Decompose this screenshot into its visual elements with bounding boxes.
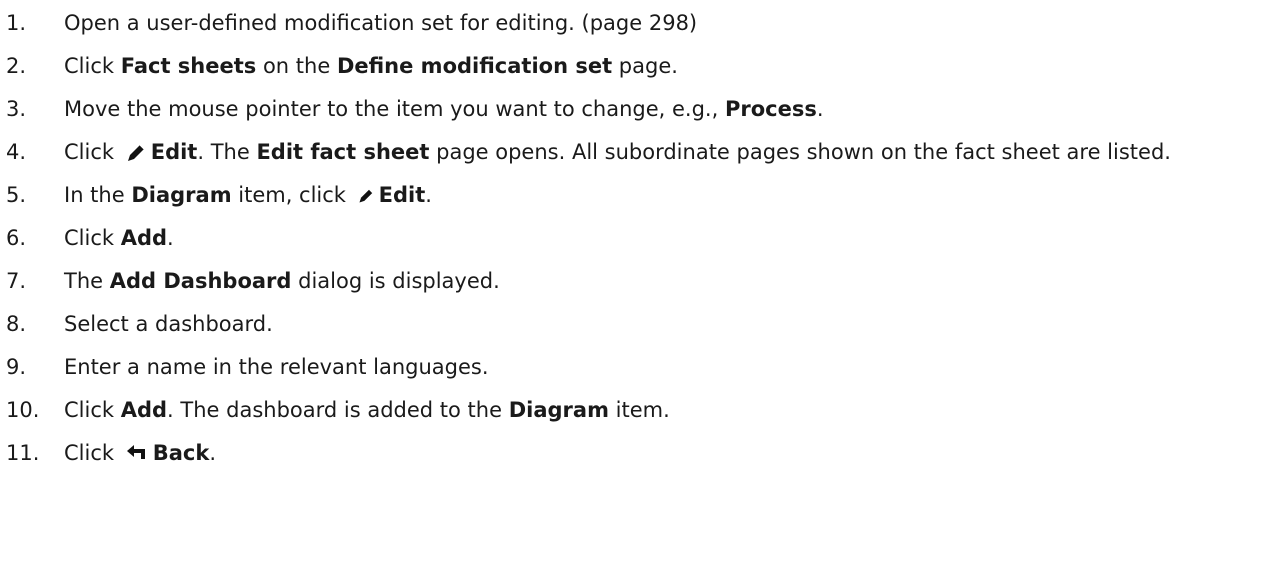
step-text: page.: [612, 54, 678, 78]
edit-label: Edit: [150, 140, 198, 164]
add-dashboard-label: Add Dashboard: [109, 269, 292, 293]
step-text: .: [167, 226, 174, 250]
step-number: 7.: [6, 269, 27, 293]
step-9: 9. Enter a name in the relevant language…: [0, 352, 1267, 383]
step-11: 11. Click Back.: [0, 438, 1267, 469]
edit-label: Edit: [378, 183, 426, 207]
step-6: 6. Click Add.: [0, 223, 1267, 254]
pencil-icon: [357, 187, 375, 205]
step-text: . The: [197, 140, 257, 164]
step-text: dialog is displayed.: [291, 269, 500, 293]
step-text: item, click: [231, 183, 353, 207]
step-text: Select a dashboard.: [64, 312, 273, 336]
step-number: 4.: [6, 140, 27, 164]
step-text: Open a user-defined modification set for…: [64, 11, 698, 35]
step-text: item.: [608, 398, 670, 422]
step-text: Click: [64, 441, 121, 465]
step-number: 5.: [6, 183, 27, 207]
add-label: Add: [120, 398, 168, 422]
step-3: 3. Move the mouse pointer to the item yo…: [0, 94, 1267, 125]
step-7: 7. The Add Dashboard dialog is displayed…: [0, 266, 1267, 297]
step-text: Click: [64, 140, 121, 164]
define-modification-set-label: Define modification set: [336, 54, 613, 78]
back-arrow-icon: [125, 444, 149, 464]
step-number: 3.: [6, 97, 27, 121]
step-number: 10.: [6, 398, 40, 422]
step-number: 6.: [6, 226, 27, 250]
step-number: 8.: [6, 312, 27, 336]
step-1: 1. Open a user-defined modification set …: [0, 8, 1267, 39]
pencil-icon: [125, 142, 147, 164]
step-text: Enter a name in the relevant languages.: [64, 355, 489, 379]
step-10: 10. Click Add. The dashboard is added to…: [0, 395, 1267, 426]
step-text: In the: [64, 183, 132, 207]
add-label: Add: [120, 226, 168, 250]
step-number: 9.: [6, 355, 27, 379]
step-text: The: [64, 269, 110, 293]
step-text: .: [425, 183, 432, 207]
diagram-label: Diagram: [131, 183, 232, 207]
step-text: Click: [64, 398, 121, 422]
step-text: Move the mouse pointer to the item you w…: [64, 97, 725, 121]
process-label: Process: [724, 97, 817, 121]
step-2: 2. Click Fact sheets on the Define modif…: [0, 51, 1267, 82]
instruction-steps: 1. Open a user-defined modification set …: [0, 0, 1267, 469]
step-text: . The dashboard is added to the: [167, 398, 509, 422]
back-label: Back: [152, 441, 210, 465]
diagram-label: Diagram: [508, 398, 609, 422]
edit-fact-sheet-label: Edit fact sheet: [256, 140, 430, 164]
step-5: 5. In the Diagram item, click Edit.: [0, 180, 1267, 211]
step-text: Click: [64, 54, 121, 78]
step-4: 4. Click Edit. The Edit fact sheet page …: [0, 137, 1267, 168]
step-text: Click: [64, 226, 121, 250]
step-text: .: [209, 441, 216, 465]
step-number: 2.: [6, 54, 27, 78]
step-number: 11.: [6, 441, 40, 465]
step-text: on the: [256, 54, 337, 78]
step-number: 1.: [6, 11, 27, 35]
fact-sheets-label: Fact sheets: [120, 54, 257, 78]
step-text: .: [816, 97, 824, 121]
step-8: 8. Select a dashboard.: [0, 309, 1267, 340]
step-text: page opens. All subordinate pages shown …: [429, 140, 1171, 164]
